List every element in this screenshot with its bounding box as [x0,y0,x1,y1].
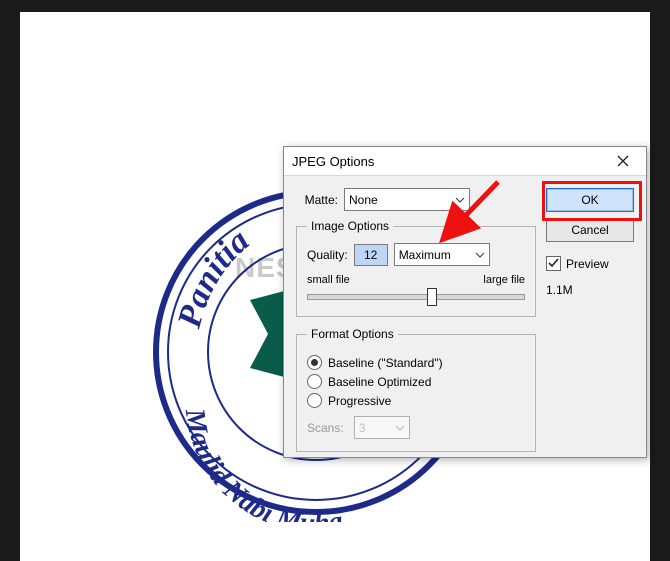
quality-slider[interactable] [307,288,525,304]
matte-select[interactable]: None [344,188,470,211]
scans-label: Scans: [307,421,344,435]
close-button[interactable] [604,149,642,173]
slider-thumb[interactable] [427,288,437,306]
cancel-button[interactable]: Cancel [546,218,634,242]
image-options-group: Image Options Quality: Maximum small fil… [296,219,536,317]
quality-preset-value: Maximum [399,248,451,262]
format-options-legend: Format Options [307,327,398,341]
radio-progressive[interactable]: Progressive [307,393,525,408]
quality-preset-select[interactable]: Maximum [394,243,490,266]
image-options-legend: Image Options [307,219,393,233]
close-icon [617,155,629,167]
quality-label: Quality: [307,248,348,262]
preview-checkbox[interactable]: Preview [546,256,634,271]
matte-label: Matte: [296,193,338,207]
chevron-down-icon [455,195,465,205]
preview-label: Preview [566,257,609,271]
radio-icon [307,374,322,389]
dialog-title: JPEG Options [292,154,374,169]
radio-label: Baseline ("Standard") [328,356,443,370]
radio-icon [307,393,322,408]
radio-baseline-standard[interactable]: Baseline ("Standard") [307,355,525,370]
scans-value: 3 [359,421,366,435]
scans-select: 3 [354,416,410,439]
jpeg-options-dialog: JPEG Options Matte: None Image Options Q… [283,146,647,458]
radio-icon [307,355,322,370]
radio-label: Baseline Optimized [328,375,431,389]
radio-baseline-optimized[interactable]: Baseline Optimized [307,374,525,389]
file-size-readout: 1.1M [546,283,634,297]
titlebar: JPEG Options [284,147,646,176]
slider-label-small: small file [307,274,350,286]
slider-track [307,294,525,300]
slider-label-large: large file [483,274,525,286]
ok-button[interactable]: OK [546,188,634,212]
radio-label: Progressive [328,394,391,408]
chevron-down-icon [475,250,485,260]
chevron-down-icon [395,423,405,433]
checkbox-icon [546,256,561,271]
format-options-group: Format Options Baseline ("Standard") Bas… [296,327,536,452]
quality-input[interactable] [354,244,388,266]
matte-value: None [349,193,378,207]
